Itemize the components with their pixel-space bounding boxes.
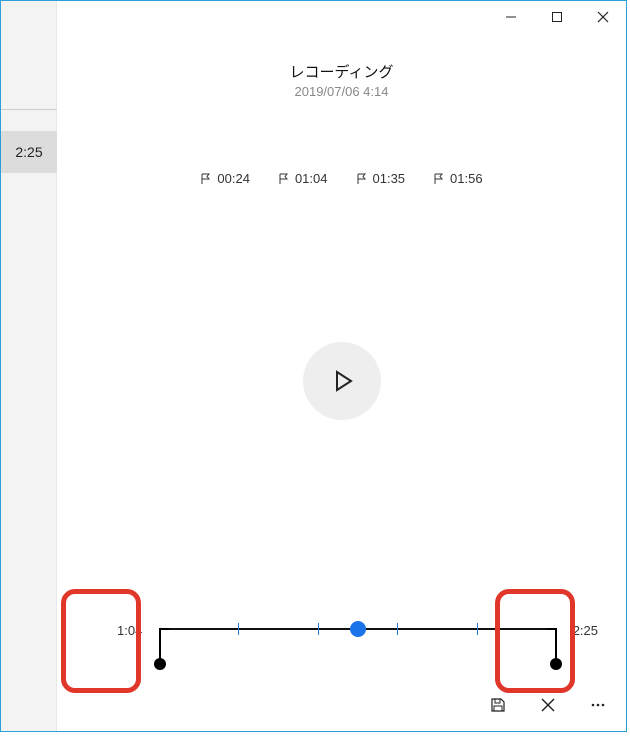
- footer-actions: [478, 685, 618, 725]
- main-panel: レコーディング 2019/07/06 4:14 00:24 01:04 01:3…: [57, 1, 626, 731]
- marker-item[interactable]: 01:56: [433, 171, 483, 186]
- close-icon: [540, 697, 556, 713]
- flag-icon: [278, 173, 290, 185]
- tick: [477, 623, 478, 635]
- trim-knob-icon: [550, 658, 562, 670]
- recording-header: レコーディング 2019/07/06 4:14: [57, 61, 626, 99]
- play-button[interactable]: [303, 342, 381, 420]
- trim-end-time: 2:25: [573, 623, 598, 638]
- playhead[interactable]: [350, 621, 366, 637]
- more-button[interactable]: [578, 685, 618, 725]
- flag-icon: [433, 173, 445, 185]
- tick: [238, 623, 239, 635]
- trim-start-handle[interactable]: [159, 628, 160, 664]
- tick: [397, 623, 398, 635]
- tick: [318, 623, 319, 635]
- sidebar-item-recording[interactable]: 2:25: [1, 131, 57, 173]
- trim-start-time: 1:04: [117, 623, 142, 638]
- app-window: 2:25 レコーディング 2019/07/06 4:14 00:24 01:04: [0, 0, 627, 732]
- sidebar: 2:25: [1, 1, 57, 731]
- recording-title: レコーディング: [57, 61, 626, 82]
- recording-duration: 2:25: [15, 144, 42, 160]
- trim-knob-icon: [154, 658, 166, 670]
- marker-time: 01:35: [373, 171, 406, 186]
- ellipsis-icon: [590, 697, 606, 713]
- flag-icon: [356, 173, 368, 185]
- track[interactable]: [159, 628, 556, 632]
- divider: [1, 109, 57, 110]
- marker-item[interactable]: 01:35: [356, 171, 406, 186]
- save-icon: [490, 697, 506, 713]
- trim-flag-icon: [547, 628, 555, 630]
- marker-time: 01:04: [295, 171, 328, 186]
- trim-timeline[interactable]: 1:04 2:25: [117, 601, 598, 681]
- marker-item[interactable]: 01:04: [278, 171, 328, 186]
- recording-datetime: 2019/07/06 4:14: [57, 84, 626, 99]
- marker-time: 00:24: [217, 171, 250, 186]
- marker-list: 00:24 01:04 01:35 01:56: [57, 171, 626, 186]
- trim-flag-icon: [161, 628, 169, 630]
- cancel-button[interactable]: [528, 685, 568, 725]
- trim-end-handle[interactable]: [556, 628, 557, 664]
- save-button[interactable]: [478, 685, 518, 725]
- flag-icon: [200, 173, 212, 185]
- play-icon: [328, 367, 356, 395]
- marker-time: 01:56: [450, 171, 483, 186]
- marker-item[interactable]: 00:24: [200, 171, 250, 186]
